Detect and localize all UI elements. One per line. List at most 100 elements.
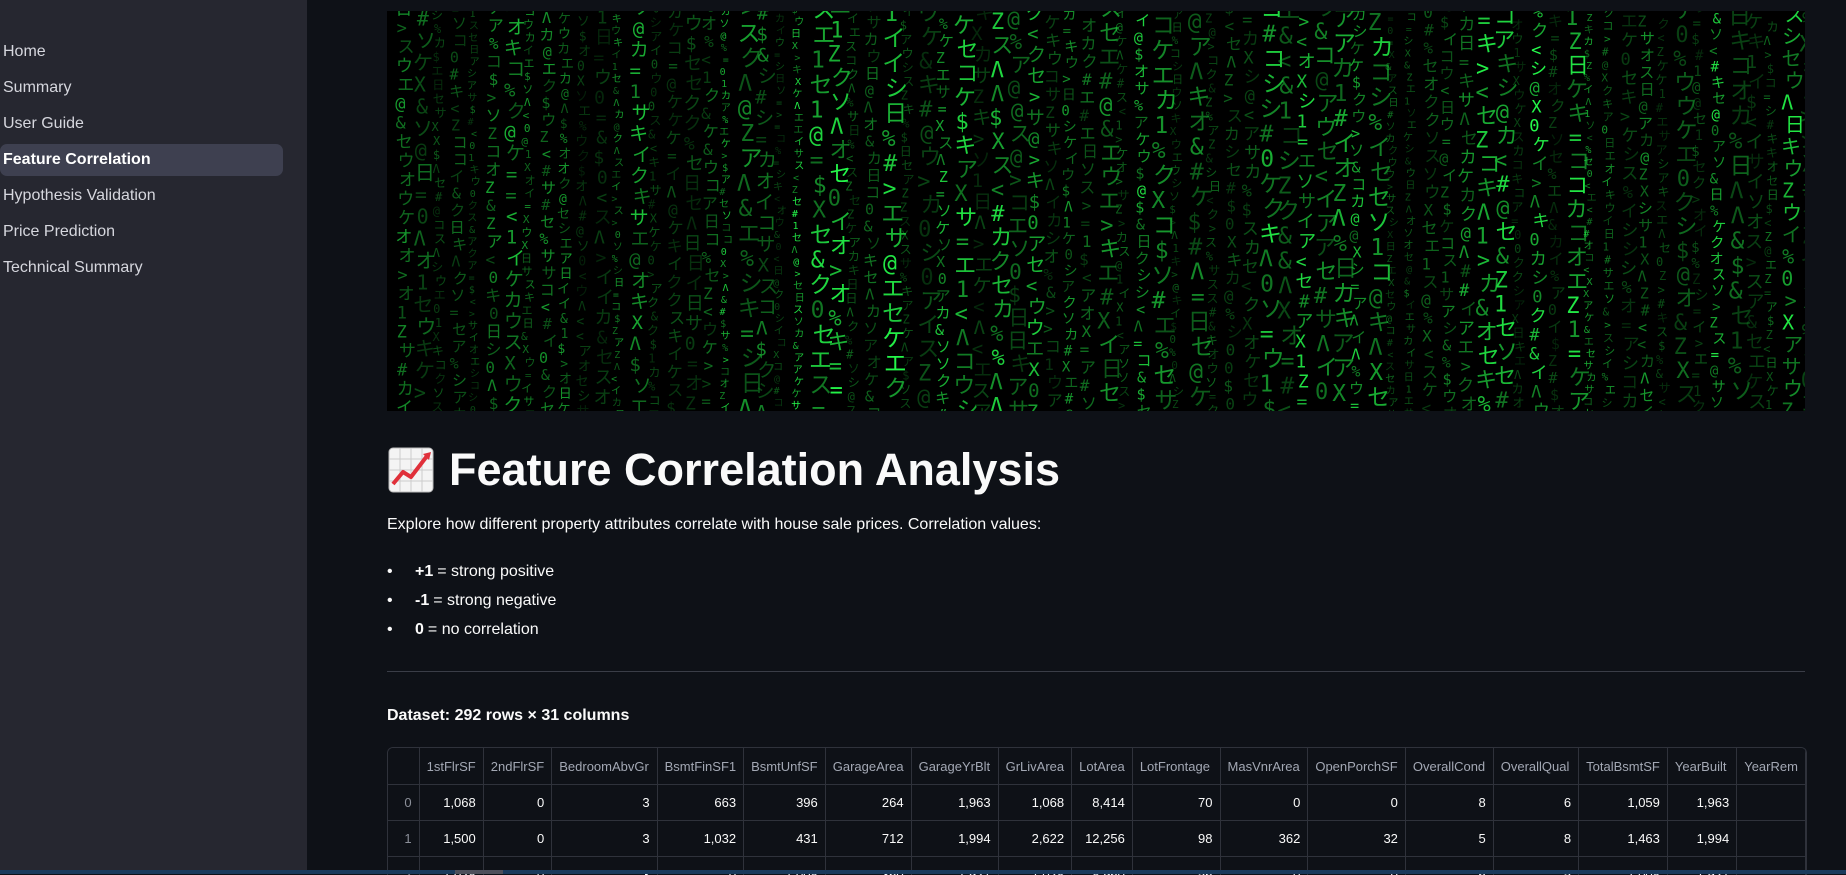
svg-text:シ: シ: [1350, 260, 1365, 278]
column-header[interactable]: OverallCond: [1405, 748, 1493, 785]
table-cell[interactable]: 1,032: [657, 821, 744, 857]
column-header[interactable]: LotFrontage: [1132, 748, 1220, 785]
column-header[interactable]: GarageArea: [825, 748, 911, 785]
column-header[interactable]: BsmtUnfSF: [744, 748, 826, 785]
svg-text:イ: イ: [1602, 357, 1613, 370]
svg-text:ソ: ソ: [522, 83, 533, 96]
table-row[interactable]: 11,500031,0324317121,9942,62212,25698362…: [388, 821, 1806, 857]
table-cell[interactable]: 1,963: [911, 785, 998, 821]
table-cell[interactable]: [1737, 821, 1806, 857]
table-cell[interactable]: 8,414: [1072, 785, 1133, 821]
table-cell[interactable]: 3: [552, 821, 657, 857]
svg-text:X: X: [1227, 233, 1237, 252]
column-header[interactable]: TotalBsmtSF: [1579, 748, 1668, 785]
svg-text:サ: サ: [794, 148, 804, 160]
sidebar-item-hypothesis-validation[interactable]: Hypothesis Validation: [0, 180, 283, 212]
table-cell[interactable]: 3: [552, 785, 657, 821]
svg-text:@: @: [1640, 148, 1649, 166]
svg-text:キ: キ: [613, 38, 623, 49]
table-cell[interactable]: 1,463: [1579, 821, 1668, 857]
table-cell[interactable]: 98: [1132, 821, 1220, 857]
svg-text:%: %: [900, 271, 908, 285]
svg-text:$: $: [614, 314, 620, 325]
svg-text:>: >: [776, 110, 782, 121]
svg-text:X: X: [1028, 359, 1040, 381]
table-cell[interactable]: 0: [483, 785, 551, 821]
table-row[interactable]: 01,068036633962641,9631,0688,4147000861,…: [388, 785, 1806, 821]
sidebar-item-feature-correlation[interactable]: Feature Correlation: [0, 144, 283, 176]
table-cell[interactable]: 12,256: [1072, 821, 1133, 857]
table-cell[interactable]: 1,500: [419, 821, 483, 857]
table-cell[interactable]: 1,963: [1667, 785, 1736, 821]
svg-text:>: >: [794, 53, 800, 64]
row-index[interactable]: 1: [388, 821, 419, 857]
column-header[interactable]: BedroomAbvGr: [552, 748, 657, 785]
table-cell[interactable]: 2,622: [998, 821, 1072, 857]
table-cell[interactable]: 8: [1493, 821, 1578, 857]
column-header[interactable]: YearRem: [1737, 748, 1806, 785]
row-index[interactable]: 0: [388, 785, 419, 821]
table-cell[interactable]: 5: [1405, 821, 1493, 857]
svg-text:ウ: ウ: [397, 190, 414, 210]
svg-text:<: <: [973, 296, 984, 318]
svg-text:日: 日: [1209, 180, 1221, 194]
column-header[interactable]: OpenPorchSF: [1308, 748, 1406, 785]
svg-text:キ: キ: [667, 327, 683, 346]
table-cell[interactable]: 1,068: [998, 785, 1072, 821]
column-header[interactable]: MasVnrArea: [1220, 748, 1308, 785]
sidebar-item-home[interactable]: Home: [0, 36, 283, 68]
table-cell[interactable]: 396: [744, 785, 826, 821]
table-cell[interactable]: 1,994: [1667, 821, 1736, 857]
table-cell[interactable]: 0: [483, 821, 551, 857]
column-header[interactable]: BsmtFinSF1: [657, 748, 744, 785]
svg-text:ソ: ソ: [1406, 108, 1416, 119]
table-cell[interactable]: 0: [1220, 785, 1308, 821]
svg-text:#: #: [1079, 106, 1089, 125]
svg-text:イ: イ: [1692, 320, 1706, 336]
svg-text:#: #: [774, 386, 780, 397]
column-header[interactable]: 2ndFlrSF: [483, 748, 551, 785]
svg-text:イ: イ: [667, 345, 683, 364]
svg-text:0: 0: [577, 60, 585, 75]
table-cell[interactable]: 431: [744, 821, 826, 857]
table-cell[interactable]: 1,068: [419, 785, 483, 821]
table-cell[interactable]: 1,059: [1579, 785, 1668, 821]
data-table[interactable]: 1stFlrSF2ndFlrSFBedroomAbvGrBsmtFinSF1Bs…: [387, 747, 1807, 875]
table-cell[interactable]: 8: [1405, 785, 1493, 821]
svg-text:>: >: [723, 355, 729, 366]
table-cell[interactable]: [1737, 785, 1806, 821]
svg-text:#: #: [1065, 392, 1074, 408]
table-cell[interactable]: 32: [1308, 821, 1406, 857]
sidebar-item-price-prediction[interactable]: Price Prediction: [0, 216, 283, 248]
column-header[interactable]: OverallQual: [1493, 748, 1578, 785]
table-cell[interactable]: 264: [825, 785, 911, 821]
table-cell[interactable]: 362: [1220, 821, 1308, 857]
svg-text:$: $: [1676, 239, 1689, 264]
svg-text:ス: ス: [1422, 273, 1438, 292]
svg-text:@: @: [1639, 97, 1648, 115]
svg-text:ス: ス: [1621, 164, 1638, 184]
svg-text:%: %: [1782, 244, 1794, 268]
svg-text:#: #: [792, 209, 798, 220]
table-cell[interactable]: 712: [825, 821, 911, 857]
svg-text:サ: サ: [630, 207, 649, 229]
column-header[interactable]: GarageYrBlt: [911, 748, 998, 785]
column-header[interactable]: YearBuilt: [1667, 748, 1736, 785]
table-horizontal-scrollbar[interactable]: [455, 870, 503, 874]
svg-text:#: #: [1424, 21, 1434, 40]
sidebar-item-summary[interactable]: Summary: [0, 72, 283, 104]
column-header[interactable]: GrLivArea: [998, 748, 1072, 785]
svg-text:0: 0: [1387, 26, 1393, 37]
column-header[interactable]: 1stFlrSF: [419, 748, 483, 785]
table-cell[interactable]: 70: [1132, 785, 1220, 821]
table-cell[interactable]: 663: [657, 785, 744, 821]
sidebar-item-technical-summary[interactable]: Technical Summary: [0, 252, 283, 284]
svg-text:コ: コ: [867, 405, 882, 411]
svg-text:&: &: [541, 366, 550, 384]
sidebar-item-user-guide[interactable]: User Guide: [0, 108, 283, 140]
table-cell[interactable]: 1,994: [911, 821, 998, 857]
column-header[interactable]: LotArea: [1072, 748, 1133, 785]
column-header[interactable]: [388, 748, 419, 785]
table-cell[interactable]: 6: [1493, 785, 1578, 821]
table-cell[interactable]: 0: [1308, 785, 1406, 821]
